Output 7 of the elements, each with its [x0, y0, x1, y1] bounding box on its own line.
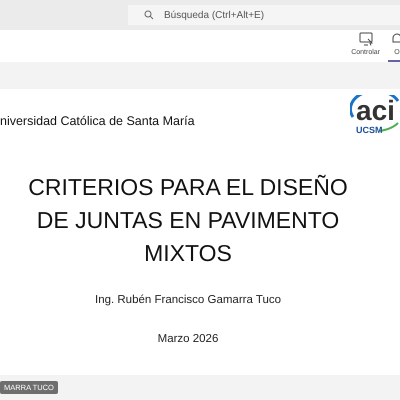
slide-title: CRITERIOS PARA EL DISEÑO DE JUNTAS EN PAVIMENTO MIXTOS — [28, 173, 348, 268]
monitor-cursor-icon — [358, 32, 373, 46]
author-name: Ing. Rubén Francisco Gamarra Tuco — [95, 294, 281, 306]
search-field[interactable]: Búsqueda (Ctrl+Alt+E) — [128, 5, 400, 25]
logo: aci UCSM — [350, 95, 400, 139]
institution-name: niversidad Católica de Santa María — [0, 114, 195, 128]
presentation-date: Marzo 2026 — [158, 333, 218, 345]
